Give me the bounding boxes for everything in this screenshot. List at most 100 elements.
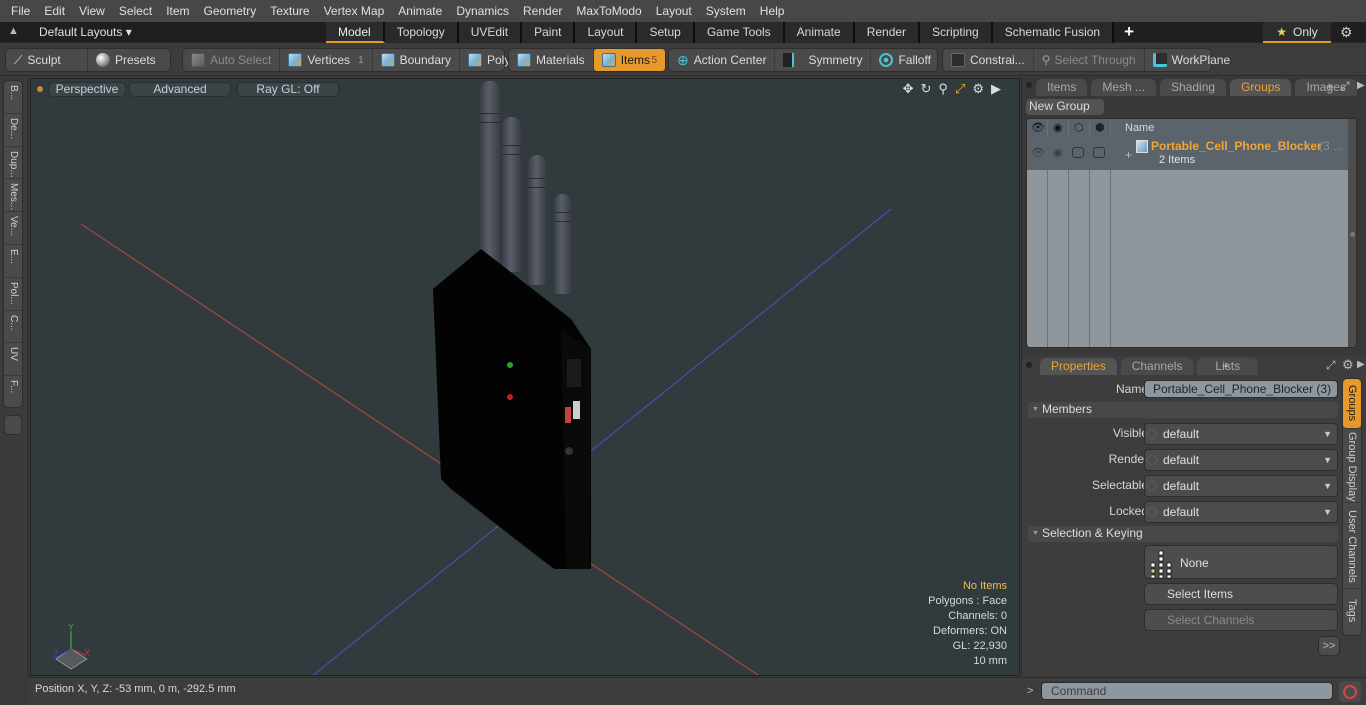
- menu-help[interactable]: Help: [753, 4, 792, 18]
- tab-render[interactable]: Render: [854, 22, 921, 43]
- panel-gear-icon[interactable]: ⚙: [1342, 357, 1354, 373]
- side-tab-user-channels[interactable]: User Channels: [1343, 505, 1361, 589]
- selectable-dropdown[interactable]: default ▼: [1144, 475, 1338, 497]
- tab-game-tools[interactable]: Game Tools: [694, 22, 785, 43]
- viewport-menu-dot[interactable]: [37, 86, 43, 92]
- tab-groups[interactable]: Groups: [1230, 79, 1292, 96]
- selection-keying-section[interactable]: Selection & Keying: [1028, 526, 1338, 542]
- view-mode-button[interactable]: Perspective: [48, 82, 126, 97]
- left-tab[interactable]: Ve...: [4, 212, 22, 245]
- rotate-icon[interactable]: ↻: [921, 81, 932, 97]
- members-section[interactable]: Members: [1028, 402, 1338, 418]
- panel-menu-dot[interactable]: [1026, 82, 1032, 88]
- menu-maxtomodo[interactable]: MaxToModo: [569, 4, 648, 18]
- side-tab-tags[interactable]: Tags: [1343, 591, 1361, 631]
- left-tab[interactable]: Dup...: [4, 147, 22, 180]
- menu-layout[interactable]: Layout: [649, 4, 699, 18]
- record-macro-button[interactable]: [1339, 681, 1361, 702]
- tab-properties[interactable]: Properties: [1040, 358, 1117, 375]
- tab-animate[interactable]: Animate: [784, 22, 855, 43]
- left-tab[interactable]: E...: [4, 245, 22, 278]
- new-group-button[interactable]: New Group: [1026, 99, 1104, 115]
- menu-file[interactable]: File: [4, 4, 37, 18]
- side-tab-group-display[interactable]: Group Display: [1343, 431, 1361, 503]
- visible-dropdown[interactable]: default ▼: [1144, 423, 1338, 445]
- left-extra-tab[interactable]: [4, 415, 22, 435]
- tab-layout[interactable]: Layout: [575, 22, 638, 43]
- layouts-dropdown[interactable]: Default Layouts ▾: [39, 25, 132, 39]
- add-tab-icon[interactable]: +: [1326, 79, 1334, 94]
- menu-render[interactable]: Render: [516, 4, 569, 18]
- select-items-button[interactable]: Select Items: [1144, 583, 1338, 605]
- panel-arrow-icon[interactable]: ▶: [1357, 80, 1365, 91]
- maximize-panel-icon[interactable]: ⤢: [1340, 79, 1350, 94]
- expand-icon[interactable]: +: [1125, 148, 1132, 162]
- settings-icon[interactable]: ⚙: [972, 81, 984, 97]
- side-tab-groups[interactable]: Groups: [1343, 379, 1361, 429]
- workplane-button[interactable]: WorkPlane: [1145, 49, 1238, 71]
- menu-animate[interactable]: Animate: [391, 4, 449, 18]
- gear-icon[interactable]: ⚙: [1340, 24, 1353, 41]
- menu-texture[interactable]: Texture: [263, 4, 316, 18]
- lock-checkbox[interactable]: [1093, 147, 1105, 158]
- menu-system[interactable]: System: [699, 4, 753, 18]
- menu-vertex-map[interactable]: Vertex Map: [317, 4, 392, 18]
- left-tab[interactable]: F...: [4, 376, 22, 409]
- tab-channels[interactable]: Channels: [1120, 358, 1194, 375]
- tab-schematic-fusion[interactable]: Schematic Fusion: [992, 22, 1115, 43]
- visibility-column-icon[interactable]: 👁: [1031, 121, 1045, 134]
- menu-select[interactable]: Select: [112, 4, 159, 18]
- none-selection-set-button[interactable]: None: [1144, 545, 1338, 579]
- constraints-button[interactable]: Constrai...: [943, 49, 1034, 71]
- left-tab[interactable]: De...: [4, 114, 22, 147]
- left-tab[interactable]: C...: [4, 311, 22, 344]
- lock-column-icon[interactable]: ⬢: [1095, 121, 1105, 134]
- tab-scripting[interactable]: Scripting: [920, 22, 993, 43]
- add-tab-icon[interactable]: +: [1222, 358, 1230, 373]
- menu-item[interactable]: Item: [159, 4, 196, 18]
- collapse-arrow-icon[interactable]: ▲: [8, 25, 19, 37]
- materials-button[interactable]: Materials: [509, 49, 594, 71]
- maximize-panel-icon[interactable]: ⤢: [1326, 358, 1336, 373]
- group-list-scrollbar[interactable]: [1348, 119, 1356, 347]
- play-arrow-icon[interactable]: ▶: [991, 81, 1001, 97]
- name-field[interactable]: Portable_Cell_Phone_Blocker (3): [1144, 380, 1338, 398]
- ray-gl-button[interactable]: Ray GL: Off: [237, 82, 339, 97]
- symmetry-button[interactable]: Symmetry: [775, 49, 872, 71]
- left-tab[interactable]: UV: [4, 343, 22, 377]
- eye-icon[interactable]: 👁: [1031, 146, 1045, 159]
- left-tab[interactable]: Pol...: [4, 278, 22, 311]
- group-row[interactable]: 👁 ◉ + Portable_Cell_Phone_Blocker (3 ...…: [1027, 138, 1348, 170]
- render-dropdown[interactable]: default ▼: [1144, 449, 1338, 471]
- menu-view[interactable]: View: [72, 4, 112, 18]
- select-column-icon[interactable]: ⬡: [1074, 121, 1084, 134]
- pan-icon[interactable]: ✥: [903, 81, 914, 97]
- maximize-icon[interactable]: ⤢: [955, 81, 965, 97]
- left-tab[interactable]: Mes...: [4, 179, 22, 213]
- locked-dropdown[interactable]: default ▼: [1144, 501, 1338, 523]
- select-channels-button[interactable]: Select Channels: [1144, 609, 1338, 631]
- items-button[interactable]: Items 5: [593, 49, 665, 71]
- menu-edit[interactable]: Edit: [37, 4, 72, 18]
- tab-uvedit[interactable]: UVEdit: [458, 22, 523, 43]
- tab-shading[interactable]: Shading: [1160, 79, 1227, 96]
- tab-model[interactable]: Model: [326, 22, 385, 43]
- menu-geometry[interactable]: Geometry: [197, 4, 264, 18]
- left-tab[interactable]: B...: [4, 81, 22, 114]
- only-toggle[interactable]: ★ Only: [1263, 22, 1331, 43]
- action-center-button[interactable]: ⊕ Action Center: [669, 49, 776, 71]
- panel-menu-dot[interactable]: [1026, 362, 1032, 368]
- selectable-checkbox[interactable]: [1072, 147, 1084, 158]
- add-tab-button[interactable]: +: [1114, 22, 1144, 43]
- boundary-button[interactable]: Boundary: [373, 49, 460, 71]
- vertices-button[interactable]: Vertices 1: [280, 49, 373, 71]
- render-icon[interactable]: ◉: [1053, 146, 1063, 159]
- presets-button[interactable]: Presets: [88, 49, 164, 71]
- menu-dynamics[interactable]: Dynamics: [449, 4, 516, 18]
- render-column-icon[interactable]: ◉: [1053, 121, 1063, 134]
- more-button[interactable]: >>: [1318, 636, 1340, 656]
- tab-items[interactable]: Items: [1036, 79, 1088, 96]
- name-column-header[interactable]: Name: [1125, 122, 1154, 134]
- tab-mesh[interactable]: Mesh ...: [1091, 79, 1157, 96]
- zoom-icon[interactable]: ⚲: [938, 81, 948, 97]
